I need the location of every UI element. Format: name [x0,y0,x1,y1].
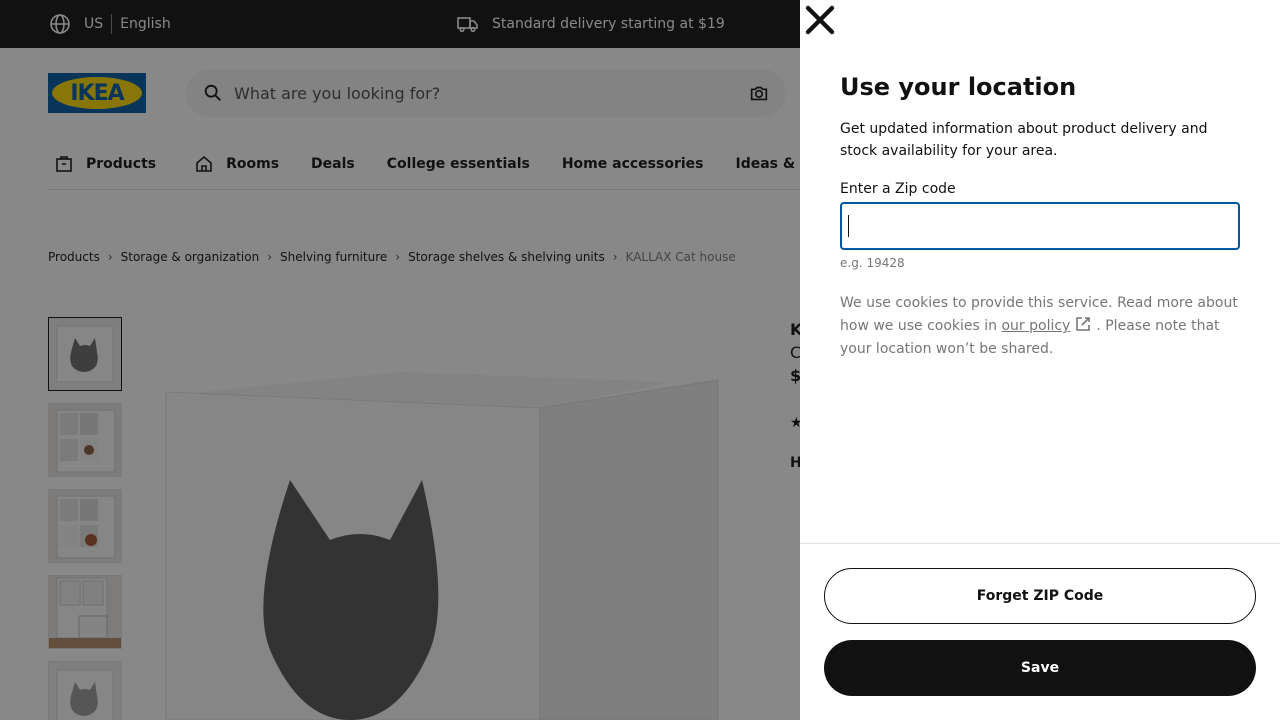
external-link-icon [1076,317,1091,331]
zip-label: Enter a Zip code [840,181,956,197]
zip-code-input[interactable] [840,202,1240,250]
policy-link[interactable]: our policy [1001,318,1070,334]
modal-footer-divider [800,543,1280,544]
save-button[interactable]: Save [824,640,1256,696]
text-cursor [848,215,849,237]
cookie-notice: We use cookies to provide this service. … [840,292,1240,361]
zip-hint: e.g. 19428 [840,256,905,270]
modal-title: Use your location [840,73,1077,101]
close-icon [805,5,835,35]
forget-zip-button[interactable]: Forget ZIP Code [824,568,1256,624]
modal-description: Get updated information about product de… [840,121,1208,159]
close-button[interactable] [800,0,840,40]
